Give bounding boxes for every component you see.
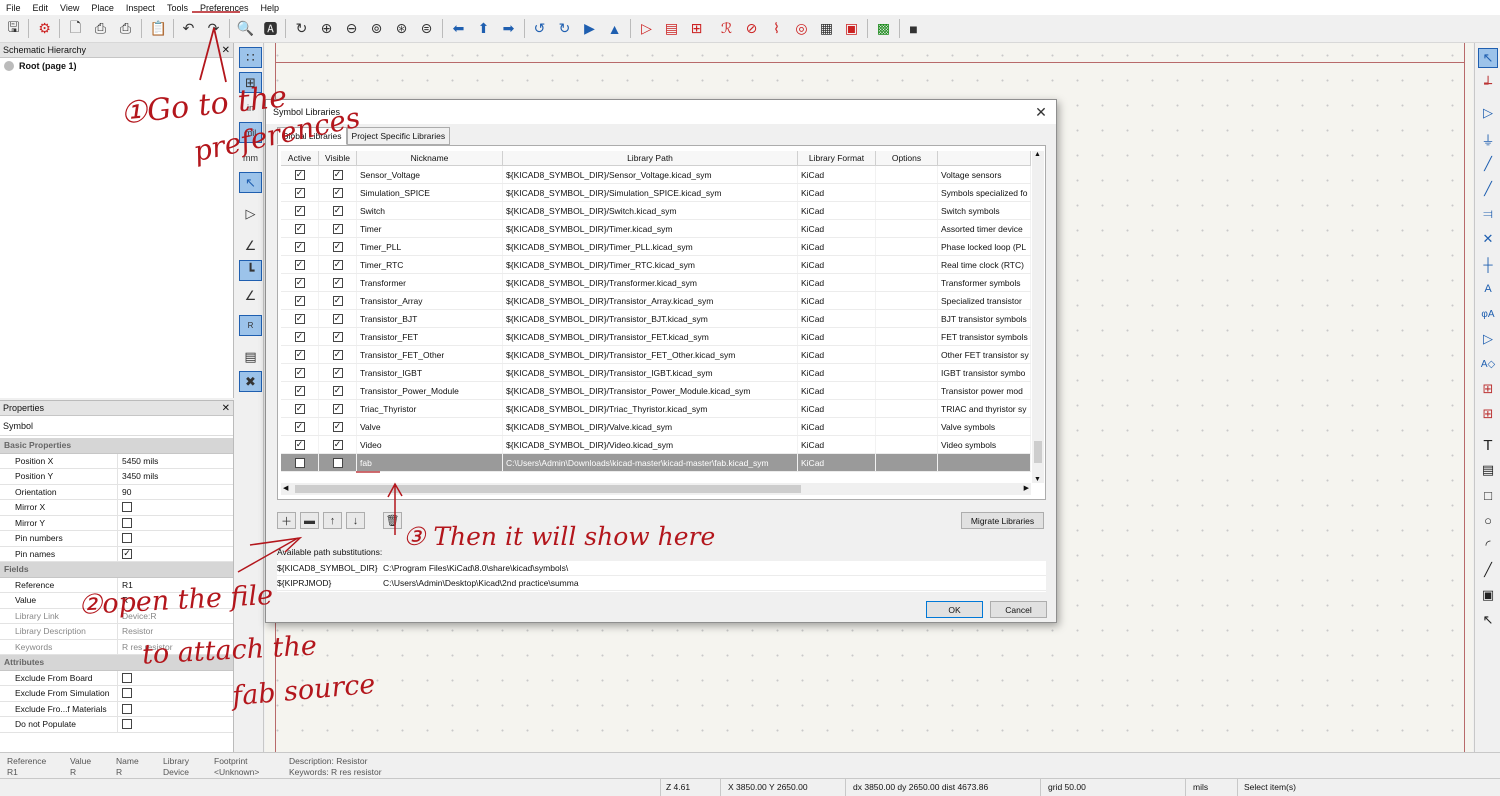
message-header: Value	[70, 756, 92, 766]
message-column: Description: Resistor Keywords: R res res…	[289, 756, 382, 778]
units-readout: mils	[1193, 782, 1209, 792]
message-header: Description: Resistor	[289, 756, 368, 766]
message-value: Device	[163, 767, 189, 777]
message-column: Library Device	[163, 756, 189, 778]
message-column: Reference R1	[7, 756, 46, 778]
message-header: Library	[163, 756, 189, 766]
message-value: R	[70, 767, 77, 777]
message-header: Name	[116, 756, 139, 766]
message-value: R	[116, 767, 123, 777]
annotation-arrowhead-2	[249, 536, 303, 553]
status-bar: Z 4.61 X 3850.00 Y 2650.00 dx 3850.00 dy…	[0, 778, 1500, 796]
mode-readout: Select item(s)	[1244, 782, 1296, 792]
annotation-step3: ③ Then it will show here	[403, 522, 716, 551]
message-value: Keywords: R res resistor	[289, 767, 382, 777]
message-header: Reference	[7, 756, 47, 766]
message-column: Footprint <Unknown>	[214, 756, 259, 778]
message-value: R1	[7, 767, 18, 777]
delta-readout: dx 3850.00 dy 2650.00 dist 4673.86	[853, 782, 989, 792]
message-header: Footprint	[214, 756, 248, 766]
annotation-arrow-1	[199, 27, 227, 83]
zoom-readout: Z 4.61	[666, 782, 691, 792]
message-panel: Reference R1 Value R Name R Library Device Footp…	[0, 752, 1500, 778]
message-column: Value R	[70, 756, 91, 778]
grid-readout: grid 50.00	[1048, 782, 1086, 792]
annotation-arrow-3	[387, 482, 403, 535]
cursor-position: X 3850.00 Y 2650.00	[728, 782, 808, 792]
message-value: <Unknown>	[214, 767, 260, 777]
message-column: Name R	[116, 756, 139, 778]
